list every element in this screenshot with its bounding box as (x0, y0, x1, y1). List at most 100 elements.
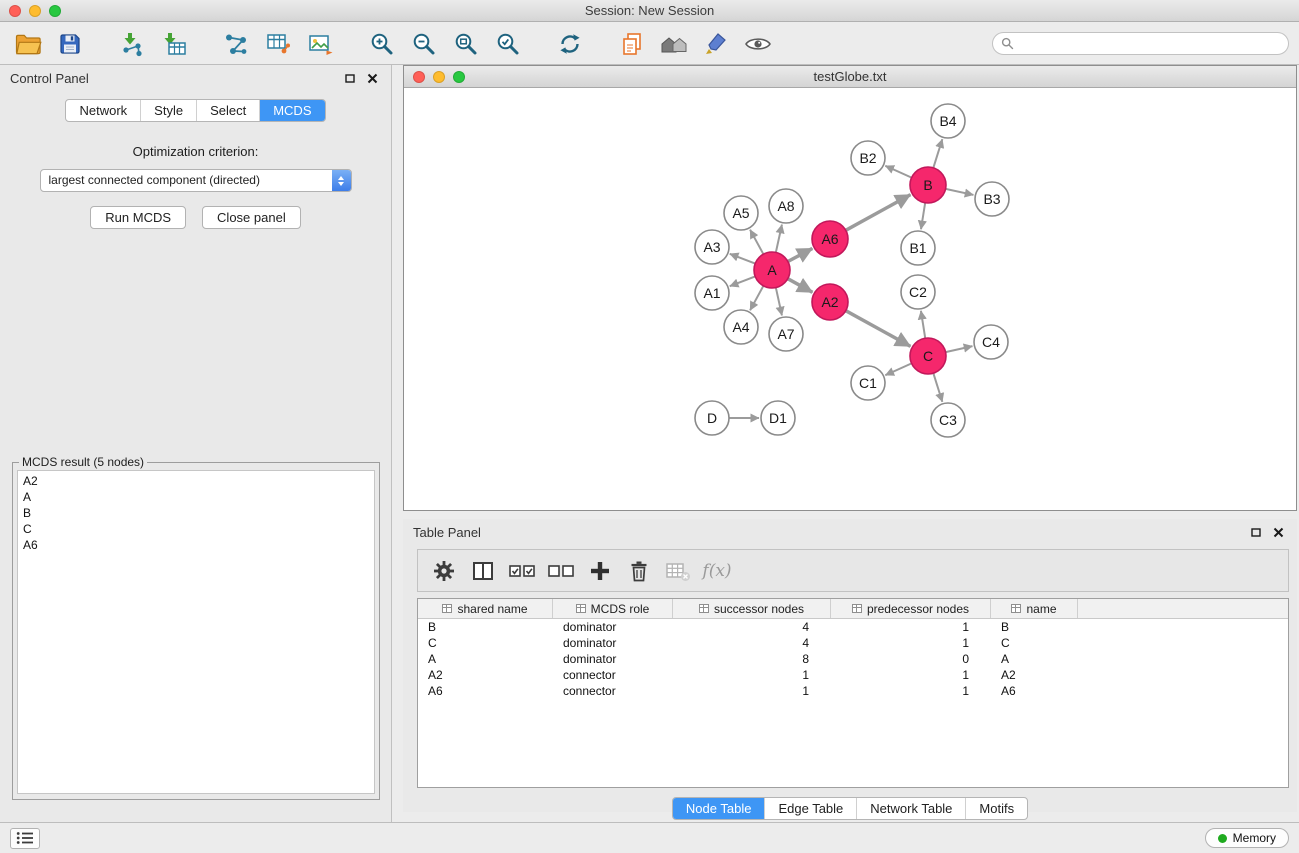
undock-table-panel-button[interactable] (1247, 523, 1265, 541)
tab-style[interactable]: Style (140, 100, 196, 121)
graph-edge-A-A6[interactable] (788, 248, 812, 261)
graph-node-A7[interactable]: A7 (769, 317, 803, 351)
graph-edge-B-B1[interactable] (921, 203, 925, 229)
graph-edge-B-B2[interactable] (885, 166, 911, 178)
minimize-window-button[interactable] (29, 5, 41, 17)
annotation-button[interactable] (698, 27, 734, 61)
tab-network[interactable]: Network (66, 100, 140, 121)
graph-edge-C-C4[interactable] (946, 346, 973, 352)
graph-edge-A-A4[interactable] (750, 286, 763, 310)
tab-mcds[interactable]: MCDS (259, 100, 324, 121)
import-network-button[interactable] (114, 27, 150, 61)
graph-edge-A-A7[interactable] (776, 288, 782, 316)
graph-node-A2[interactable]: A2 (812, 284, 848, 320)
result-item[interactable]: A2 (23, 473, 369, 489)
search-field[interactable] (992, 32, 1289, 55)
graph-edge-A-A1[interactable] (730, 276, 755, 286)
graph-node-A6[interactable]: A6 (812, 221, 848, 257)
tab-select[interactable]: Select (196, 100, 259, 121)
apply-layout-button[interactable] (552, 27, 588, 61)
close-mcds-panel-button[interactable]: Close panel (202, 206, 301, 229)
graph-edge-C-C1[interactable] (885, 363, 911, 375)
graph-node-B[interactable]: B (910, 167, 946, 203)
graph-node-A1[interactable]: A1 (695, 276, 729, 310)
graph-edge-C-C2[interactable] (921, 311, 925, 338)
graph-node-A[interactable]: A (754, 252, 790, 288)
graph-edge-A6-B[interactable] (846, 195, 911, 231)
optimization-criterion-select[interactable]: largest connected component (directed) (40, 169, 352, 192)
tab-node-table[interactable]: Node Table (673, 798, 765, 819)
search-input[interactable] (1019, 37, 1280, 51)
mcds-result-list[interactable]: A2ABCA6 (17, 470, 375, 794)
network-canvas[interactable]: B4B2BB3A5A8A6B1A3AC2A1A2A4A7C4CC1C3DD1 (404, 88, 1296, 509)
graph-node-C4[interactable]: C4 (974, 325, 1008, 359)
graph-edge-A-A3[interactable] (730, 254, 755, 264)
undock-panel-button[interactable] (341, 69, 359, 87)
graph-edge-A-A8[interactable] (776, 225, 782, 253)
export-image-button[interactable] (302, 27, 338, 61)
result-item[interactable]: A6 (23, 537, 369, 553)
open-file-button[interactable] (10, 27, 46, 61)
table-row[interactable]: A2connector11A2 (418, 667, 1288, 683)
table-row[interactable]: Bdominator41B (418, 619, 1288, 635)
run-mcds-button[interactable]: Run MCDS (90, 206, 186, 229)
graph-node-B3[interactable]: B3 (975, 182, 1009, 216)
graph-node-C2[interactable]: C2 (901, 275, 935, 309)
graph-node-A8[interactable]: A8 (769, 189, 803, 223)
tab-motifs[interactable]: Motifs (965, 798, 1027, 819)
select-all-columns-button[interactable] (504, 554, 540, 588)
graph-node-D1[interactable]: D1 (761, 401, 795, 435)
close-table-panel-button[interactable] (1269, 523, 1287, 541)
maximize-window-button[interactable] (49, 5, 61, 17)
show-columns-button[interactable] (465, 554, 501, 588)
new-network-button[interactable] (218, 27, 254, 61)
zoom-selected-button[interactable] (490, 27, 526, 61)
graph-node-C1[interactable]: C1 (851, 366, 885, 400)
graph-edge-B-B4[interactable] (933, 139, 942, 168)
graph-node-B4[interactable]: B4 (931, 104, 965, 138)
graph-node-C3[interactable]: C3 (931, 403, 965, 437)
show-hide-button[interactable] (740, 27, 776, 61)
zoom-in-button[interactable] (364, 27, 400, 61)
tab-edge-table[interactable]: Edge Table (764, 798, 856, 819)
graph-node-D[interactable]: D (695, 401, 729, 435)
graph-edge-B-B3[interactable] (946, 189, 974, 195)
create-column-button[interactable] (582, 554, 618, 588)
graph-node-A4[interactable]: A4 (724, 310, 758, 344)
zoom-out-button[interactable] (406, 27, 442, 61)
save-session-button[interactable] (52, 27, 88, 61)
table-row[interactable]: Adominator80A (418, 651, 1288, 667)
table-row[interactable]: Cdominator41C (418, 635, 1288, 651)
column-header[interactable]: name (991, 599, 1078, 618)
graph-edge-A2-C[interactable] (846, 311, 911, 347)
graph-edge-C-C3[interactable] (933, 373, 942, 402)
deselect-all-columns-button[interactable] (543, 554, 579, 588)
result-item[interactable]: B (23, 505, 369, 521)
graph-node-C[interactable]: C (910, 338, 946, 374)
close-window-button[interactable] (9, 5, 21, 17)
first-neighbors-button[interactable] (656, 27, 692, 61)
network-maximize-button[interactable] (453, 71, 465, 83)
memory-button[interactable]: Memory (1205, 828, 1289, 848)
result-item[interactable]: A (23, 489, 369, 505)
table-settings-button[interactable] (426, 554, 462, 588)
panel-list-button[interactable] (10, 828, 40, 849)
graph-node-A3[interactable]: A3 (695, 230, 729, 264)
column-header[interactable]: predecessor nodes (831, 599, 991, 618)
delete-column-button[interactable] (621, 554, 657, 588)
graph-node-B2[interactable]: B2 (851, 141, 885, 175)
network-close-button[interactable] (413, 71, 425, 83)
result-item[interactable]: C (23, 521, 369, 537)
graph-edge-A-A2[interactable] (788, 279, 813, 293)
table-row[interactable]: A6connector11A6 (418, 683, 1288, 699)
network-graph[interactable]: B4B2BB3A5A8A6B1A3AC2A1A2A4A7C4CC1C3DD1 (404, 88, 1296, 509)
function-builder-button[interactable]: f(x) (699, 554, 735, 588)
zoom-fit-button[interactable] (448, 27, 484, 61)
import-table-button[interactable] (156, 27, 192, 61)
column-header[interactable]: successor nodes (673, 599, 831, 618)
tab-network-table[interactable]: Network Table (856, 798, 965, 819)
close-panel-button[interactable] (363, 69, 381, 87)
copy-button[interactable] (614, 27, 650, 61)
graph-edge-A-A5[interactable] (750, 230, 763, 254)
column-header[interactable]: MCDS role (553, 599, 673, 618)
